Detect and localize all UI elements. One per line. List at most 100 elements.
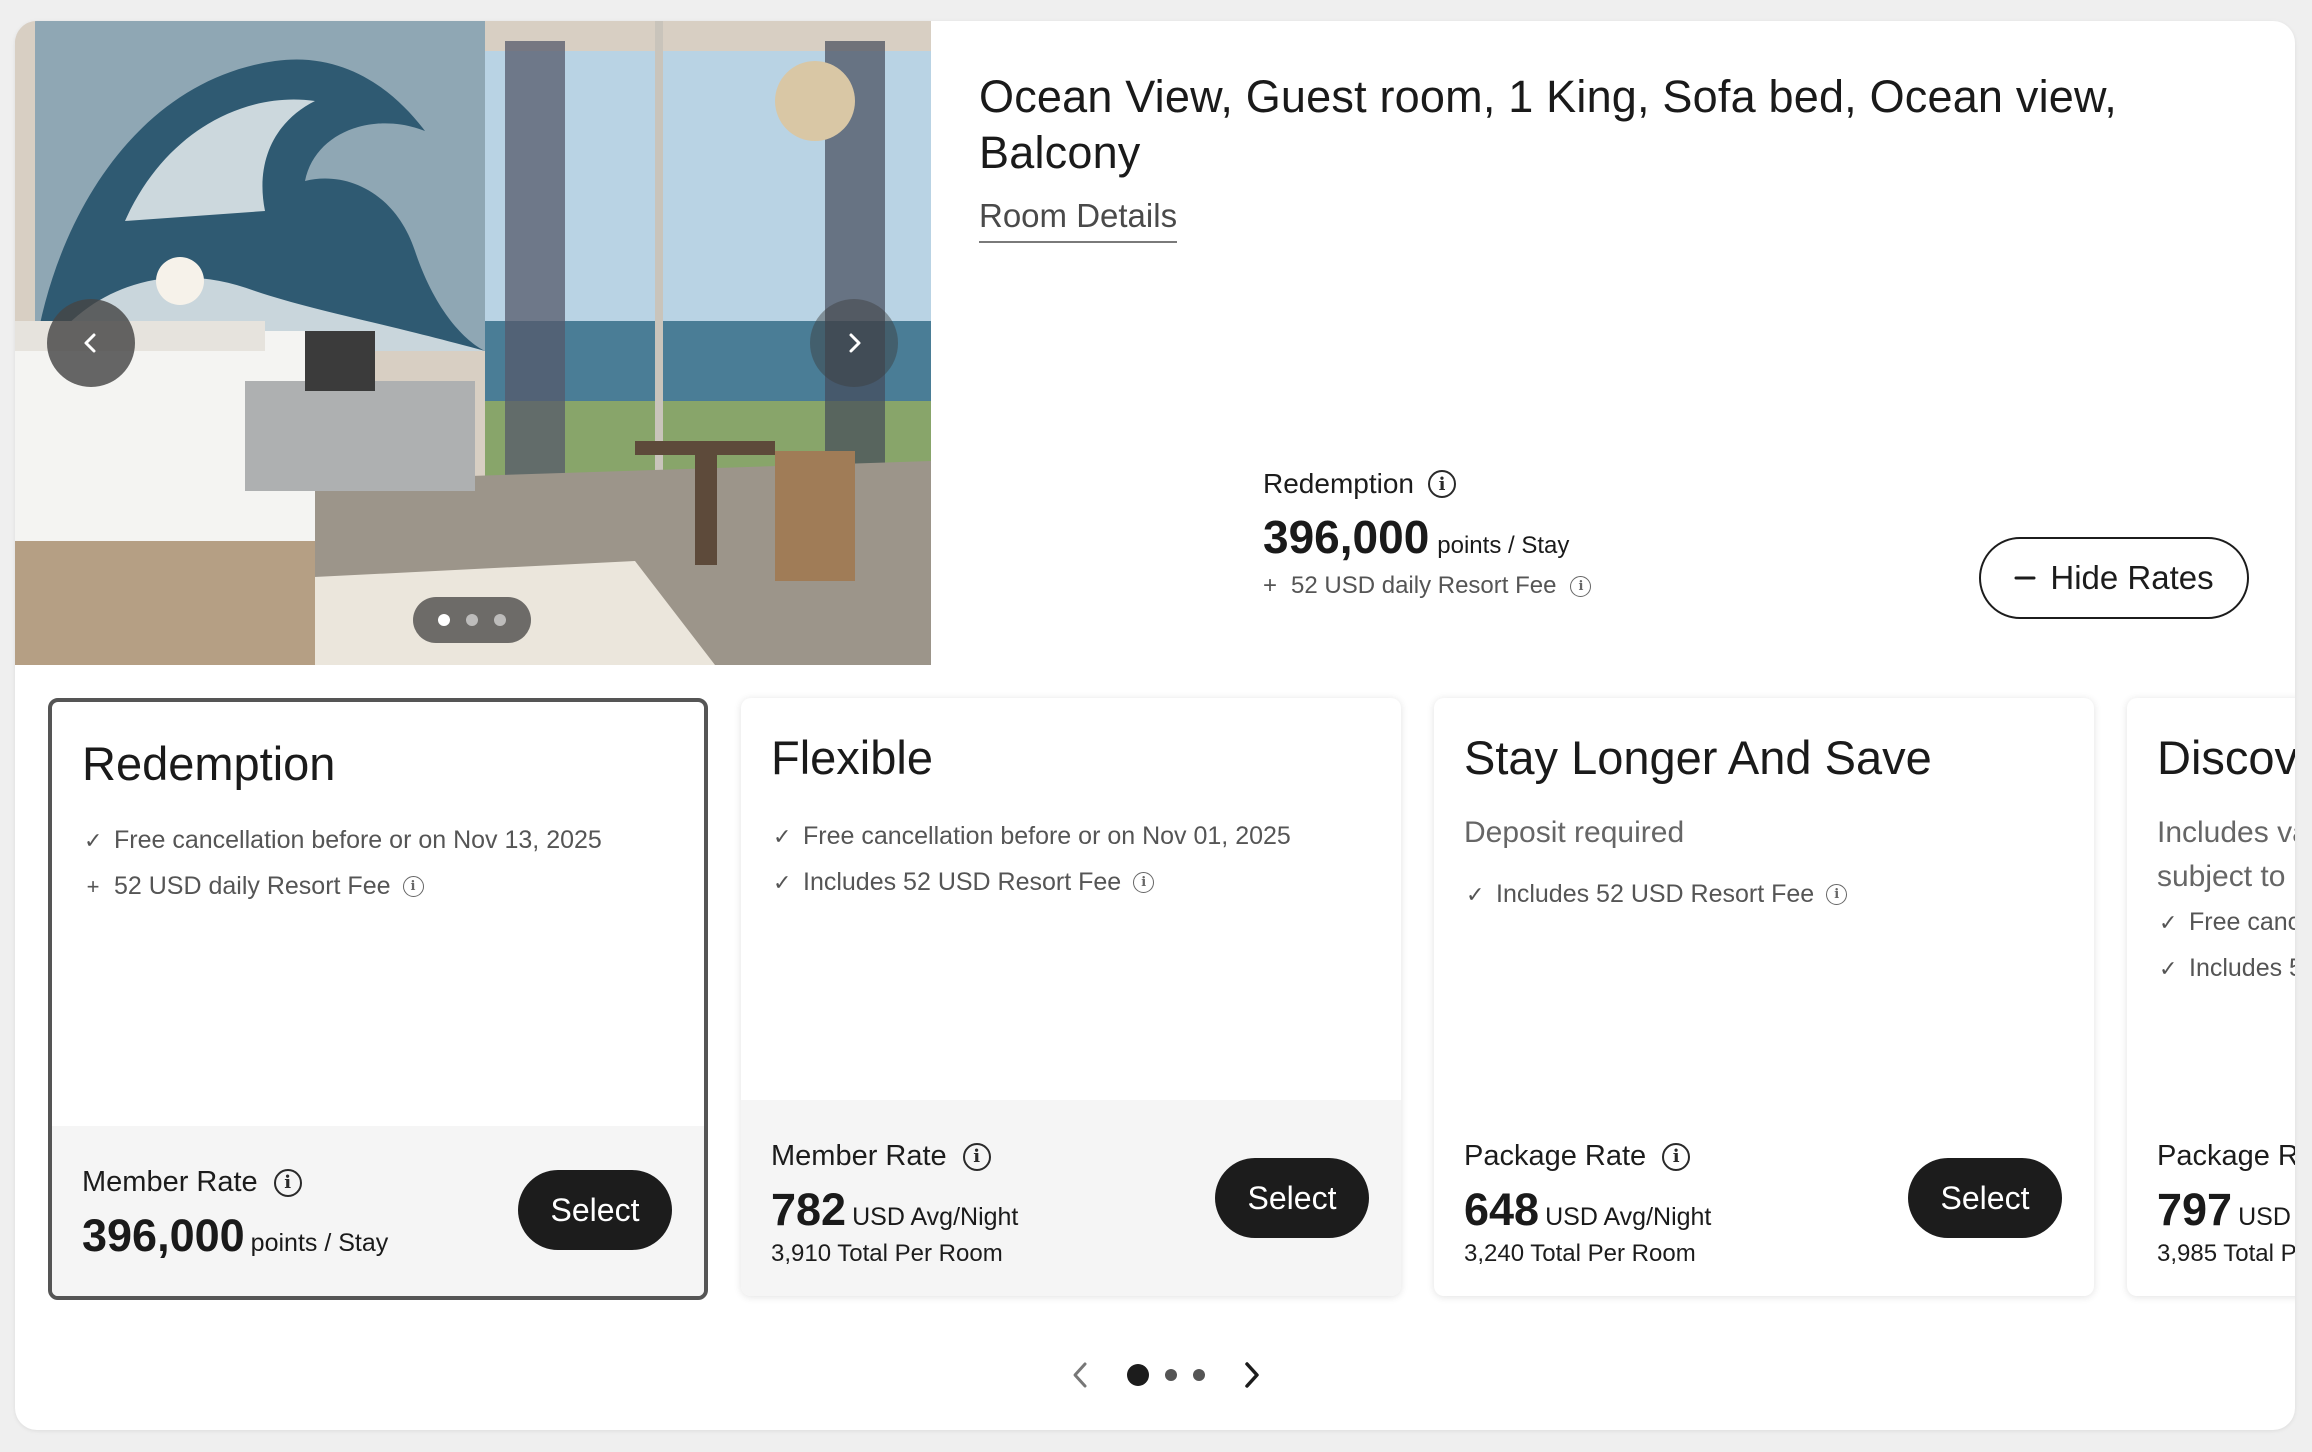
rate-footer: Member Rate i 396,000 points / Stay Selec…	[52, 1126, 704, 1296]
photo-prev-button[interactable]	[47, 299, 135, 387]
rate-card-stay-longer[interactable]: Stay Longer And Save Deposit required ✓ …	[1434, 698, 2094, 1296]
rate-amount-value: 797	[2157, 1184, 2233, 1235]
photo-next-button[interactable]	[810, 299, 898, 387]
rate-summary: Redemption i 396,000 points / Stay + 52 U…	[1263, 468, 1592, 600]
rate-total: 3,985 Total P	[2157, 1240, 2295, 1267]
chevron-left-icon	[1073, 1362, 1087, 1388]
rate-total: 3,910 Total Per Room	[771, 1240, 1003, 1267]
select-button[interactable]: Select	[518, 1170, 672, 1250]
rate-amount-unit: points / Stay	[250, 1229, 389, 1257]
rate-label-text: Member Rate	[771, 1140, 947, 1172]
photo-slide-indicator	[413, 597, 531, 643]
info-icon[interactable]: i	[1427, 470, 1456, 498]
hide-rates-label: Hide Rates	[2050, 559, 2214, 596]
rate-label: Member Rate i	[771, 1140, 991, 1173]
rate-total: 3,240 Total Per Room	[1464, 1240, 1696, 1267]
rate-label-text: Package Rate	[1464, 1140, 1647, 1172]
rate-footer: Package R 797 USD 3,985 Total P	[2127, 1100, 2295, 1296]
rates-pager	[1061, 1351, 1271, 1399]
summary-label: Redemption	[1263, 468, 1414, 499]
check-icon: ✓	[773, 823, 792, 849]
hide-rates-button[interactable]: Hide Rates	[1979, 537, 2249, 619]
rate-label: Package R	[2157, 1140, 2295, 1172]
plus-icon: +	[86, 873, 100, 899]
info-icon[interactable]: i	[1662, 1142, 1691, 1171]
chevron-left-icon	[84, 333, 96, 353]
rate-description-line: Includes va	[2157, 816, 2295, 849]
rate-feature: + 52 USD daily Resort Fee i	[84, 872, 424, 901]
rate-footer: Member Rate i 782 USD Avg/Night 3,910 Tot…	[741, 1100, 1401, 1296]
info-icon[interactable]: i	[962, 1142, 991, 1171]
info-icon[interactable]: i	[402, 876, 424, 897]
rate-card-flexible[interactable]: Flexible ✓ Free cancellation before or o…	[741, 698, 1401, 1296]
rate-title: Flexible	[771, 731, 933, 784]
rate-description-line: subject to a	[2157, 860, 2295, 893]
rate-feature: ✓ Free cancellation before or on Nov 13,…	[84, 826, 602, 855]
feature-text: Includes 5	[2189, 954, 2295, 982]
rate-title: Redemption	[82, 737, 336, 790]
chevron-right-icon	[1245, 1362, 1259, 1388]
check-icon: ✓	[1466, 881, 1485, 907]
rate-amount-unit: USD	[2238, 1203, 2291, 1231]
rate-amount: 396,000 points / Stay	[82, 1210, 388, 1262]
rates-page-dot-1[interactable]	[1127, 1364, 1149, 1386]
feature-text: Includes 52 USD Resort Fee	[803, 868, 1122, 896]
rate-amount: 782 USD Avg/Night	[771, 1184, 1018, 1236]
summary-amount: 396,000 points / Stay	[1263, 510, 1591, 564]
check-icon: ✓	[84, 827, 103, 853]
info-icon[interactable]: i	[273, 1168, 302, 1197]
check-icon: ✓	[773, 869, 792, 895]
summary-points: 396,000	[1263, 511, 1430, 563]
feature-text: Includes 52 USD Resort Fee	[1496, 880, 1815, 908]
photo-dot-2[interactable]	[466, 614, 478, 626]
feature-text: Free cancellation before or on Nov 01, 2…	[803, 822, 1291, 850]
summary-resort-fee: 52 USD daily Resort Fee	[1291, 572, 1557, 599]
select-button[interactable]: Select	[1908, 1158, 2062, 1238]
rates-prev-button[interactable]	[1061, 1351, 1101, 1399]
room-photo	[15, 21, 931, 665]
info-icon[interactable]: i	[1826, 884, 1848, 905]
rate-card-redemption[interactable]: Redemption ✓ Free cancellation before or…	[48, 698, 708, 1300]
rate-amount: 797 USD	[2157, 1184, 2291, 1236]
room-panel: Ocean View, Guest room, 1 King, Sofa bed…	[15, 21, 2295, 1430]
rate-amount-value: 782	[771, 1184, 847, 1235]
rate-label: Package Rate i	[1464, 1140, 1691, 1173]
room-details-link[interactable]: Room Details	[979, 197, 1178, 243]
rate-label: Member Rate i	[82, 1166, 302, 1199]
rates-page-dots	[1127, 1364, 1205, 1386]
rate-amount-unit: USD Avg/Night	[1545, 1203, 1712, 1231]
check-icon: ✓	[2159, 955, 2178, 981]
photo-dot-3[interactable]	[494, 614, 506, 626]
rate-title: Stay Longer And Save	[1464, 731, 1932, 784]
info-icon[interactable]: i	[1570, 575, 1592, 597]
rates-page-dot-3[interactable]	[1193, 1369, 1205, 1381]
rate-feature: ✓ Free canc	[2159, 908, 2295, 937]
rate-label-text: Member Rate	[82, 1166, 258, 1198]
rate-amount: 648 USD Avg/Night	[1464, 1184, 1711, 1236]
rate-footer: Package Rate i 648 USD Avg/Night 3,240 To…	[1434, 1100, 2094, 1296]
room-title: Ocean View, Guest room, 1 King, Sofa bed…	[979, 71, 2117, 178]
feature-text: Free canc	[2189, 908, 2295, 936]
rate-feature: ✓ Includes 52 USD Resort Fee i	[1466, 880, 1848, 909]
info-icon[interactable]: i	[1133, 872, 1155, 893]
rate-feature: ✓ Includes 52 USD Resort Fee i	[773, 868, 1155, 897]
rate-title: Discov	[2157, 731, 2295, 784]
rate-amount-value: 396,000	[82, 1210, 245, 1261]
chevron-right-icon	[849, 333, 861, 353]
rate-amount-unit: USD Avg/Night	[852, 1203, 1019, 1231]
feature-text: Free cancellation before or on Nov 13, 2…	[114, 826, 602, 854]
check-icon: ✓	[2159, 909, 2178, 935]
rate-amount-value: 648	[1464, 1184, 1540, 1235]
select-button[interactable]: Select	[1215, 1158, 1369, 1238]
rate-description: Deposit required	[1464, 816, 1685, 849]
plus-icon: +	[1263, 572, 1278, 599]
photo-dot-1[interactable]	[438, 614, 450, 626]
rate-feature: ✓ Free cancellation before or on Nov 01,…	[773, 822, 1291, 851]
rate-feature: ✓ Includes 5	[2159, 954, 2295, 983]
rates-next-button[interactable]	[1231, 1351, 1271, 1399]
rate-card-discover[interactable]: Discov Includes va subject to a ✓ Free c…	[2127, 698, 2295, 1296]
summary-unit: points / Stay	[1437, 532, 1570, 559]
minus-icon	[2014, 576, 2036, 580]
feature-text: 52 USD daily Resort Fee	[114, 872, 391, 900]
rates-page-dot-2[interactable]	[1165, 1369, 1177, 1381]
